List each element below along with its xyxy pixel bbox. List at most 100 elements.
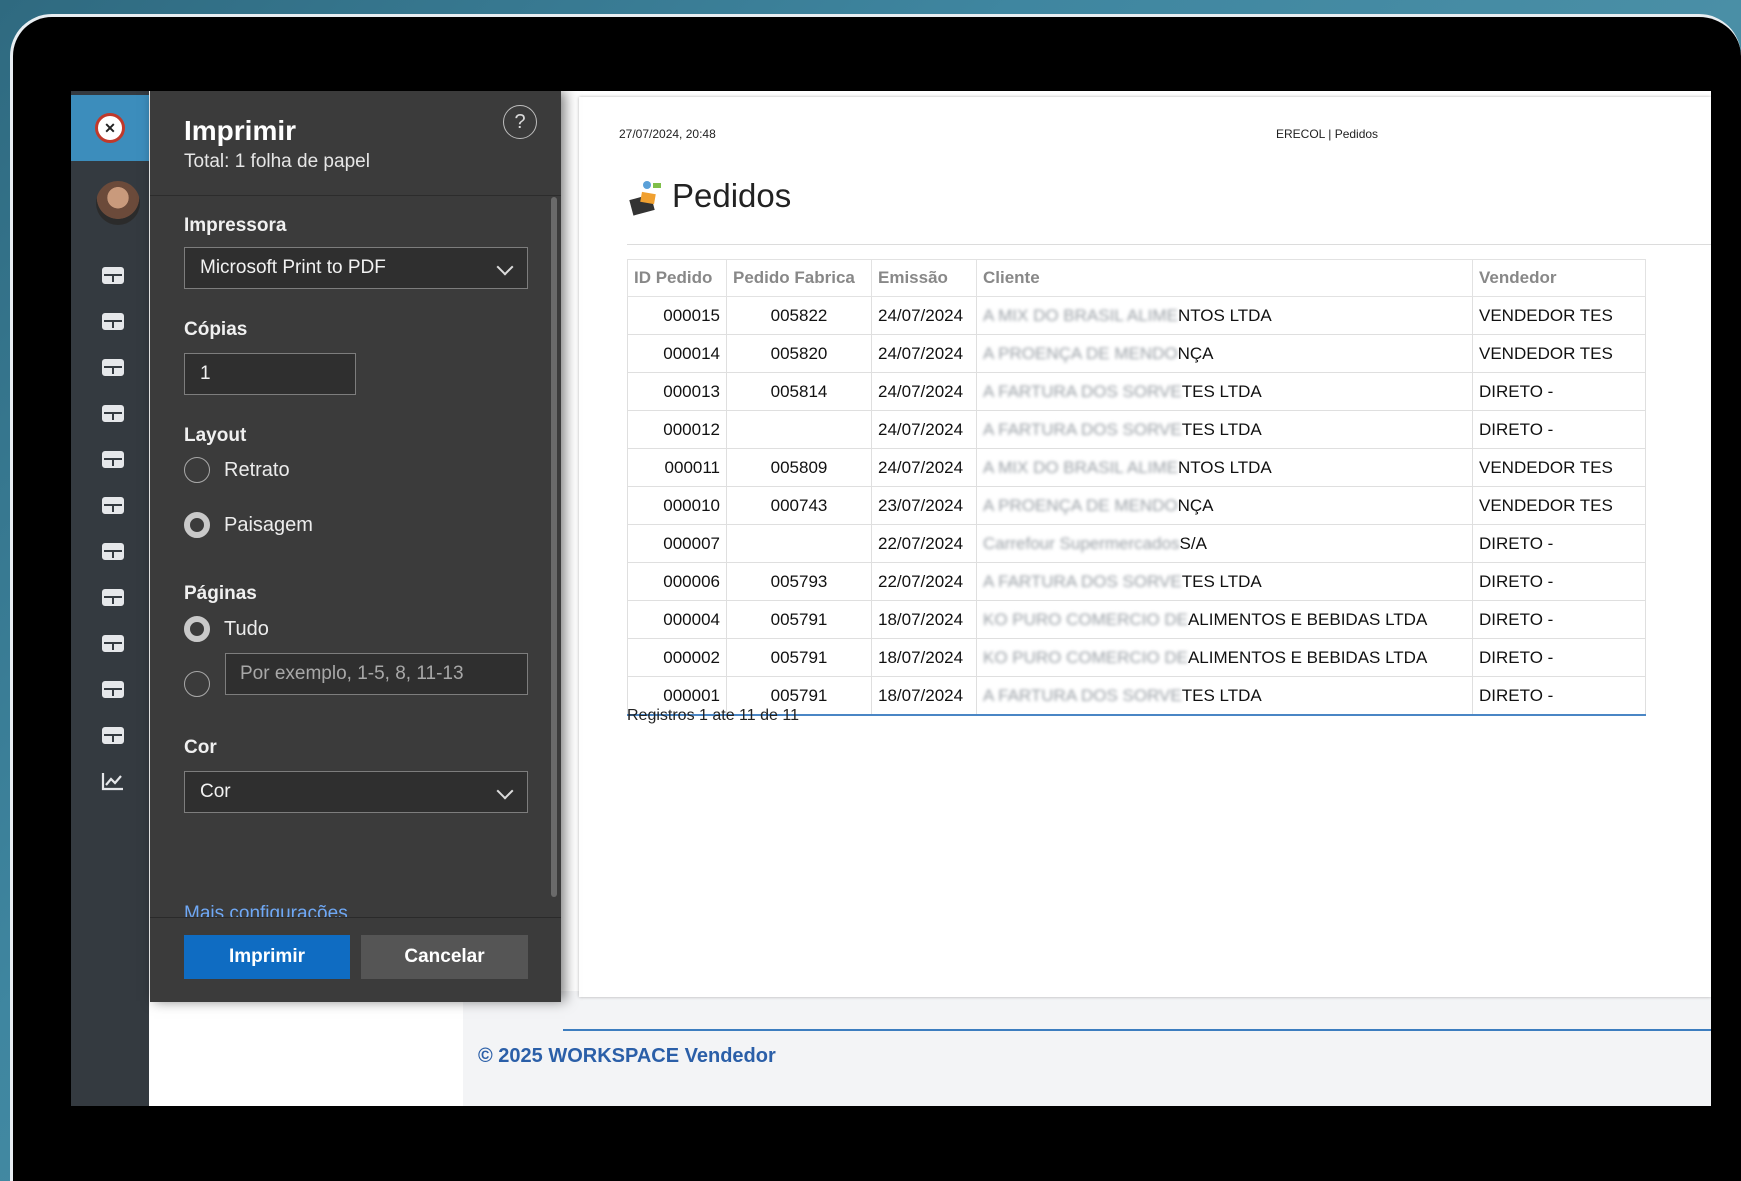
table-row: 000002 005791 18/07/2024 KO PURO COMERCIO D… — [627, 638, 1646, 677]
sidebar-table-icon[interactable] — [101, 633, 125, 653]
client-name-visible: S/A — [1179, 533, 1207, 553]
order-id: 000011 — [627, 448, 727, 487]
preview-header: ERECOL | Pedidos — [1276, 127, 1379, 141]
header-divider — [150, 195, 561, 196]
sidebar-chart-icon[interactable] — [101, 771, 125, 791]
factory-order: 005814 — [726, 372, 872, 411]
layout-label: Layout — [184, 425, 247, 446]
client-name: A PROENÇA DE MENDONÇA — [976, 486, 1473, 525]
client-name: KO PURO COMERCIO DEALIMENTOS E BEBIDAS L… — [976, 600, 1473, 639]
client-name-visible: TES LTDA — [1181, 685, 1262, 705]
client-name-visible: TES LTDA — [1181, 571, 1262, 591]
sidebar-table-icon[interactable] — [101, 587, 125, 607]
table-row: 000014 005820 24/07/2024 A PROENÇA DE MENDO… — [627, 334, 1646, 373]
client-name-redacted: A FARTURA DOS SORVE — [983, 571, 1182, 591]
color-select[interactable]: Cor — [184, 771, 528, 813]
more-settings-link[interactable]: Mais configurações — [184, 903, 348, 917]
all-pages-radio[interactable] — [184, 616, 210, 642]
salesperson: DIRETO - — [1472, 600, 1646, 639]
order-id: 000014 — [627, 334, 727, 373]
factory-order: 005791 — [726, 638, 872, 677]
client-name: Carrefour SupermercadosS/A — [976, 524, 1473, 563]
client-name: A FARTURA DOS SORVETES LTDA — [976, 372, 1473, 411]
color-value: Cor — [200, 781, 231, 802]
sidebar-table-icon[interactable] — [101, 357, 125, 377]
order-id: 000006 — [627, 562, 727, 601]
sidebar-table-icon[interactable] — [101, 725, 125, 745]
client-name-redacted: KO PURO COMERCIO DE — [983, 609, 1188, 629]
client-name: A PROENÇA DE MENDONÇA — [976, 334, 1473, 373]
landscape-radio[interactable] — [184, 512, 210, 538]
client-name: A FARTURA DOS SORVETES LTDA — [976, 410, 1473, 449]
salesperson: DIRETO - — [1472, 562, 1646, 601]
issue-date: 22/07/2024 — [871, 562, 977, 601]
screen: ✕ © 2025 WORKSPACE Vendedor 27/07/2024, … — [71, 91, 1711, 1106]
client-name-visible: ALIMENTOS E BEBIDAS LTDA — [1187, 647, 1428, 667]
salesperson: DIRETO - — [1472, 676, 1646, 716]
client-name-redacted: A PROENÇA DE MENDO — [983, 495, 1178, 515]
client-name: KO PURO COMERCIO DEALIMENTOS E BEBIDAS L… — [976, 638, 1473, 677]
client-name-visible: NÇA — [1177, 343, 1214, 363]
records-count: Registros 1 ate 11 de 11 — [627, 707, 799, 724]
portrait-radio[interactable] — [184, 457, 210, 483]
table-row: 000004 005791 18/07/2024 KO PURO COMERCIO D… — [627, 600, 1646, 639]
client-name-visible: NTOS LTDA — [1177, 457, 1272, 477]
factory-order: 005809 — [726, 448, 872, 487]
logo-icon: ✕ — [95, 113, 125, 143]
chevron-down-icon — [496, 258, 514, 276]
salesperson: DIRETO - — [1472, 372, 1646, 411]
landscape-label[interactable]: Paisagem — [224, 514, 313, 537]
sidebar-table-icon[interactable] — [101, 403, 125, 423]
issue-date: 18/07/2024 — [871, 638, 977, 677]
column-header-id: ID Pedido — [627, 259, 727, 297]
all-pages-label[interactable]: Tudo — [224, 618, 269, 641]
sidebar-table-icon[interactable] — [101, 265, 125, 285]
client-name-visible: TES LTDA — [1181, 419, 1262, 439]
sheet-count: Total: 1 folha de papel — [184, 151, 370, 172]
table-row: 000013 005814 24/07/2024 A FARTURA DOS SORV… — [627, 372, 1646, 411]
salesperson: DIRETO - — [1472, 410, 1646, 449]
print-preview-page: 27/07/2024, 20:48 ERECOL | Pedidos Pedid… — [579, 97, 1711, 997]
order-id: 000007 — [627, 524, 727, 563]
order-id: 000013 — [627, 372, 727, 411]
client-name-redacted: Carrefour Supermercados — [983, 533, 1180, 553]
sidebar-table-icon[interactable] — [101, 311, 125, 331]
app-footer: © 2025 WORKSPACE Vendedor — [478, 1045, 776, 1067]
avatar[interactable] — [96, 181, 140, 225]
dialog-scrollbar[interactable] — [551, 197, 557, 897]
client-name-redacted: A MIX DO BRASIL ALIME — [983, 457, 1178, 477]
help-icon[interactable]: ? — [503, 105, 537, 139]
column-header-cliente: Cliente — [976, 259, 1473, 297]
print-button[interactable]: Imprimir — [184, 935, 350, 979]
sidebar-table-icon[interactable] — [101, 679, 125, 699]
copies-label: Cópias — [184, 319, 248, 340]
factory-order: 005822 — [726, 296, 872, 335]
salesperson: VENDEDOR TES — [1472, 296, 1646, 335]
client-name-visible: NÇA — [1177, 495, 1214, 515]
column-header-vendedor: Vendedor — [1472, 259, 1646, 297]
cancel-button[interactable]: Cancelar — [361, 935, 528, 979]
pages-range-input[interactable]: Por exemplo, 1-5, 8, 11-13 — [225, 653, 528, 695]
client-name: A FARTURA DOS SORVETES LTDA — [976, 676, 1473, 716]
sidebar-table-icon[interactable] — [101, 449, 125, 469]
salesperson: VENDEDOR TES — [1472, 486, 1646, 525]
custom-pages-radio[interactable] — [184, 671, 210, 697]
client-name-redacted: KO PURO COMERCIO DE — [983, 647, 1188, 667]
print-dialog: Imprimir Total: 1 folha de papel ? Impre… — [150, 91, 561, 1002]
printer-select[interactable]: Microsoft Print to PDF — [184, 247, 528, 289]
app-logo[interactable]: ✕ — [71, 95, 149, 161]
copies-input[interactable]: 1 — [184, 353, 356, 395]
device-bezel: ✕ © 2025 WORKSPACE Vendedor 27/07/2024, … — [10, 14, 1741, 1181]
sidebar-table-icon[interactable] — [101, 541, 125, 561]
printer-value: Microsoft Print to PDF — [200, 257, 386, 278]
table-row: 000006 005793 22/07/2024 A FARTURA DOS SORV… — [627, 562, 1646, 601]
salesperson: VENDEDOR TES — [1472, 448, 1646, 487]
client-name-visible: TES LTDA — [1181, 381, 1262, 401]
order-id: 000012 — [627, 410, 727, 449]
client-name-redacted: A FARTURA DOS SORVE — [983, 381, 1182, 401]
client-name-visible: NTOS LTDA — [1177, 305, 1272, 325]
portrait-label[interactable]: Retrato — [224, 459, 290, 482]
sidebar-table-icon[interactable] — [101, 495, 125, 515]
dialog-button-bar: Imprimir Cancelar — [150, 917, 561, 1002]
order-id: 000010 — [627, 486, 727, 525]
